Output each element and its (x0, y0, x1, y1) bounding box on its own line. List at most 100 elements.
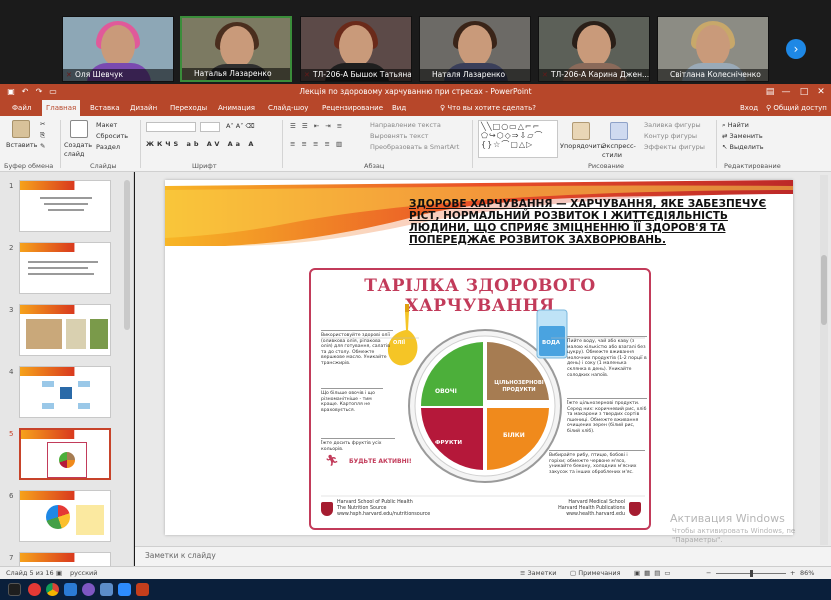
browser-icon[interactable] (64, 583, 77, 596)
tab-transitions[interactable]: Переходы (166, 100, 211, 116)
zoom-level[interactable]: 86% (800, 568, 814, 579)
tab-animations[interactable]: Анимация (214, 100, 259, 116)
spellcheck-icon[interactable]: ▣ (56, 568, 62, 579)
participant-tile-active-speaker[interactable]: Наталья Лазаренко (180, 16, 292, 82)
new-slide-button[interactable]: Создать слайд (64, 141, 94, 159)
tab-home[interactable]: Главная (42, 100, 81, 116)
zoom-in-button[interactable]: + (790, 568, 795, 579)
participant-tile[interactable]: Наталя Лазаренко (419, 16, 531, 82)
note-water: Пийте воду, чай або каву (з малою кількі… (567, 336, 647, 378)
smartart-button[interactable]: Преобразовать в SmartArt (370, 143, 459, 152)
quick-styles-icon[interactable] (610, 122, 628, 140)
paste-icon[interactable] (12, 120, 30, 138)
shapes-gallery[interactable]: ╲╲□○▭△⌐⌐ ⬠↪⬡◇⇒⇩▱⌒ {}☆⌒▢△▷ (478, 120, 558, 158)
notes-icon: ≡ (520, 569, 528, 577)
find-button[interactable]: ⌕ Найти (722, 121, 749, 130)
video-strip: ✕ Оля Шевчук Наталья Лазаренко ✕ ТЛ-206-… (0, 0, 831, 84)
slide-thumbnail-active[interactable] (19, 428, 111, 480)
align-text-button[interactable]: Выровнять текст (370, 132, 428, 141)
participant-tile[interactable]: ✕ ТЛ-206-А Карина Джен... (538, 16, 650, 82)
font-family-select[interactable] (146, 122, 196, 132)
harvard-shield-icon (321, 502, 333, 516)
new-slide-icon[interactable] (70, 120, 88, 138)
slide-thumbnail[interactable] (19, 304, 111, 356)
layout-button[interactable]: Макет (96, 121, 117, 130)
section-button[interactable]: Раздел (96, 143, 120, 152)
slide-scrollbar[interactable] (820, 175, 828, 545)
minimize-button[interactable]: — (778, 84, 794, 100)
thumbnail-scrollbar[interactable] (124, 180, 130, 330)
maximize-button[interactable]: □ (796, 84, 812, 100)
font-format-icons[interactable]: ЖКЧS ab AV Aa A (146, 140, 256, 149)
sign-in-link[interactable]: Вход (736, 100, 762, 116)
view-buttons[interactable]: ▣▦▤▭ (634, 568, 675, 579)
notes-pane[interactable]: Заметки к слайду (135, 546, 831, 566)
folder-icon[interactable] (100, 583, 113, 596)
zoom-app-icon[interactable] (118, 583, 131, 596)
format-painter-icon[interactable]: ✎ (40, 142, 45, 151)
select-button[interactable]: ↖ Выделить (722, 143, 764, 152)
group-editing: Редактирование (724, 162, 781, 170)
start-icon[interactable] (8, 583, 21, 596)
paste-button[interactable]: Вставить (6, 141, 37, 150)
language-indicator[interactable]: русский (70, 568, 98, 579)
font-grow-icon[interactable]: A˄ A˅ ⌫ (226, 122, 255, 131)
copy-icon[interactable]: ⎘ (40, 131, 45, 140)
slide-thumbnail-panel: 1 2 3 4 5 6 7 (0, 172, 134, 566)
quick-styles-button[interactable]: Экспресс-стили (602, 142, 636, 160)
opera-icon[interactable] (28, 583, 41, 596)
replace-icon: ⇄ (722, 132, 730, 140)
arrange-button[interactable]: Упорядочить (560, 142, 604, 151)
windows-taskbar (0, 579, 831, 600)
tell-me-search[interactable]: ♀ Что вы хотите сделать? (440, 100, 536, 116)
tab-file[interactable]: Файл (8, 100, 35, 116)
share-button[interactable]: ⚲ Общий доступ (762, 100, 831, 116)
tab-design[interactable]: Дизайн (126, 100, 161, 116)
group-drawing: Рисование (588, 162, 624, 170)
tab-review[interactable]: Рецензирование (318, 100, 387, 116)
slide-headline[interactable]: ЗДОРОВЕ ХАРЧУВАННЯ — ХАРЧУВАННЯ, ЯКЕ ЗАБ… (409, 198, 769, 246)
align-icons[interactable]: ≡ ≡ ≡ ≡ ▥ (290, 140, 344, 149)
ribbon-display-icon[interactable]: ▤ (762, 84, 778, 100)
list-icons[interactable]: ☰ ☰ ⇤ ⇥ ≡ (290, 122, 344, 131)
participant-tile[interactable]: ✕ Оля Шевчук (62, 16, 174, 82)
be-active-label: БУДЬТЕ АКТИВНІ! (349, 458, 412, 465)
slide-thumbnail[interactable] (19, 242, 111, 294)
slide-thumbnail[interactable] (19, 490, 111, 542)
chevron-right-icon[interactable]: › (786, 39, 806, 59)
slide[interactable]: ЗДОРОВЕ ХАРЧУВАННЯ — ХАРЧУВАННЯ, ЯКЕ ЗАБ… (165, 180, 793, 535)
note-oil: Використовуйте здорові олії (оливкова ол… (321, 330, 393, 367)
reset-button[interactable]: Сбросить (96, 132, 128, 141)
cut-icon[interactable]: ✂ (40, 120, 45, 129)
chrome-icon[interactable] (46, 583, 59, 596)
participant-tile[interactable]: ✕ ТЛ-206-А Бышок Татьяна (300, 16, 412, 82)
healthy-plate-image[interactable]: ТАРІЛКА ЗДОРОВОГО ХАРЧУВАННЯ Використову… (309, 268, 651, 530)
participant-tile[interactable]: Світлана Колесніченко (657, 16, 769, 82)
label-oil: ОЛІЇ (393, 340, 406, 346)
zoom-slider-thumb[interactable] (750, 570, 753, 577)
zoom-out-button[interactable]: − (706, 568, 711, 579)
text-direction-button[interactable]: Направление текста (370, 121, 441, 130)
viber-icon[interactable] (82, 583, 95, 596)
slide-thumbnail[interactable] (19, 366, 111, 418)
shape-fill-button[interactable]: Заливка фигуры (644, 121, 701, 130)
tab-slideshow[interactable]: Слайд-шоу (264, 100, 312, 116)
tab-view[interactable]: Вид (388, 100, 410, 116)
replace-button[interactable]: ⇄ Заменить (722, 132, 763, 141)
shape-effects-button[interactable]: Эффекты фигуры (644, 143, 705, 152)
powerpoint-icon[interactable] (136, 583, 149, 596)
shape-outline-button[interactable]: Контур фигуры (644, 132, 697, 141)
segment-fruits: ФРУКТИ (435, 440, 463, 446)
font-size-select[interactable] (200, 122, 220, 132)
notes-toggle[interactable]: ≡ Заметки (520, 568, 557, 579)
comments-toggle[interactable]: ▢ Примечания (570, 568, 621, 579)
slide-thumbnail[interactable] (19, 180, 111, 232)
close-button[interactable]: ✕ (813, 84, 829, 100)
thumb-number: 5 (9, 430, 14, 438)
slide-thumbnail[interactable] (19, 552, 111, 566)
window-title: Лекція по здоровому харчуванню при стрес… (299, 87, 532, 96)
thumb-number: 6 (9, 492, 14, 500)
thumb-number: 7 (9, 554, 14, 562)
arrange-icon[interactable] (572, 122, 590, 140)
tab-insert[interactable]: Вставка (86, 100, 124, 116)
